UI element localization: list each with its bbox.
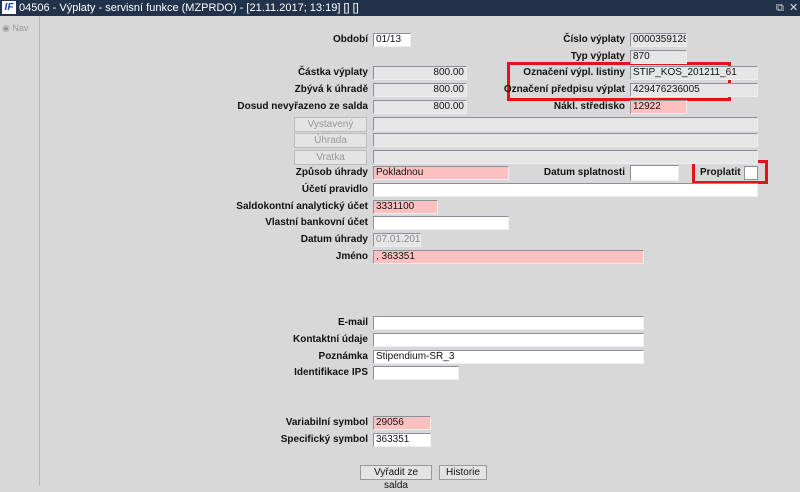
ucetni-pravidlo-label: Účetí pravidlo [301, 184, 368, 195]
kontaktni-field[interactable] [373, 333, 644, 347]
jmeno-field[interactable]: , 363351 [373, 250, 644, 264]
kontaktni-label: Kontaktní údaje [292, 334, 368, 345]
oznaceni-predpisu-field[interactable]: 429476236005 [630, 83, 758, 97]
proplatit-checkbox[interactable] [744, 166, 758, 180]
ucetni-pravidlo-field[interactable] [373, 183, 758, 197]
nav-label: Nav [12, 23, 29, 33]
typ-vyplaty-field[interactable]: 870 [630, 50, 687, 64]
typ-vyplaty-label: Typ výplaty [570, 51, 625, 62]
proplatit-label: Proplatit [700, 167, 741, 178]
vratka-field[interactable] [373, 150, 758, 164]
zpusob-uhrady-field[interactable]: Pokladnou [373, 166, 509, 180]
vystaveny-prikaz-field[interactable] [373, 117, 758, 131]
ips-field[interactable] [373, 366, 459, 380]
castka-label: Částka výplaty [297, 67, 368, 78]
restore-icon[interactable]: ⧉ [776, 0, 784, 16]
poznamka-field[interactable]: Stipendium-SŘ_3 [373, 350, 644, 364]
ips-label: Identifikace IPS [294, 367, 368, 378]
saldokontni-label: Saldokontní analytický účet [236, 201, 368, 212]
uhrada-button[interactable]: Úhrada [294, 133, 367, 148]
dosud-field[interactable]: 800.00 [373, 100, 467, 114]
historie-button[interactable]: Historie [439, 465, 487, 480]
cislo-vyplaty-field[interactable]: 0000359128 [630, 33, 687, 47]
title-bar: IF 04506 - Výplaty - servisní funkce (MZ… [0, 0, 800, 16]
oznaceni-listiny-label: Označení výpl. listiny [523, 67, 625, 78]
nakl-stredisko-label: Nákl. středisko [553, 101, 625, 112]
sidebar: ◉ Nav [0, 16, 40, 486]
variabilni-label: Variabilní symbol [285, 417, 368, 428]
vlastni-ucet-label: Vlastní bankovní účet [265, 217, 368, 228]
zbyva-label: Zbývá k úhradě [294, 84, 368, 95]
specificky-label: Specifický symbol [280, 434, 368, 445]
poznamka-label: Poznámka [318, 351, 368, 362]
obdobi-field[interactable]: 01/13 [373, 33, 411, 47]
nakl-stredisko-field[interactable]: 12922 [630, 100, 687, 114]
uhrada-field[interactable] [373, 133, 758, 147]
vyradit-ze-salda-button[interactable]: Vyřadit ze salda [360, 465, 432, 491]
castka-field[interactable]: 800.00 [373, 66, 467, 80]
zpusob-uhrady-label: Způsob úhrady [295, 167, 368, 178]
oznaceni-listiny-field[interactable]: STIP_KOS_201211_61 [630, 66, 758, 80]
close-icon[interactable]: ✕ [789, 0, 798, 16]
jmeno-label: Jméno [335, 251, 368, 262]
datum-uhrady-field[interactable]: 07.01.2013 [373, 233, 421, 247]
app-logo-icon: IF [2, 1, 16, 14]
oznaceni-predpisu-label: Označení předpisu výplat [503, 84, 625, 95]
obdobi-label: Období [333, 34, 368, 45]
specificky-field[interactable]: 363351 [373, 433, 431, 447]
email-label: E-mail [337, 317, 368, 328]
vratka-button[interactable]: Vratka [294, 150, 367, 165]
vlastni-ucet-field[interactable] [373, 216, 509, 230]
datum-uhrady-label: Datum úhrady [300, 234, 368, 245]
window-title: 04506 - Výplaty - servisní funkce (MZPRD… [19, 2, 359, 14]
vystaveny-prikaz-button[interactable]: Vystavený příkaz [294, 117, 367, 143]
datum-splatnosti-field[interactable] [630, 165, 679, 181]
cislo-vyplaty-label: Číslo výplaty [563, 34, 625, 45]
variabilni-field[interactable]: 29056 [373, 416, 431, 430]
zbyva-field[interactable]: 800.00 [373, 83, 467, 97]
dosud-label: Dosud nevyřazeno ze salda [237, 101, 368, 112]
saldokontni-field[interactable]: 3331100 [373, 200, 438, 214]
nav-button[interactable]: ◉ Nav [2, 23, 28, 34]
email-field[interactable] [373, 316, 644, 330]
datum-splatnosti-label: Datum splatnosti [543, 167, 625, 178]
